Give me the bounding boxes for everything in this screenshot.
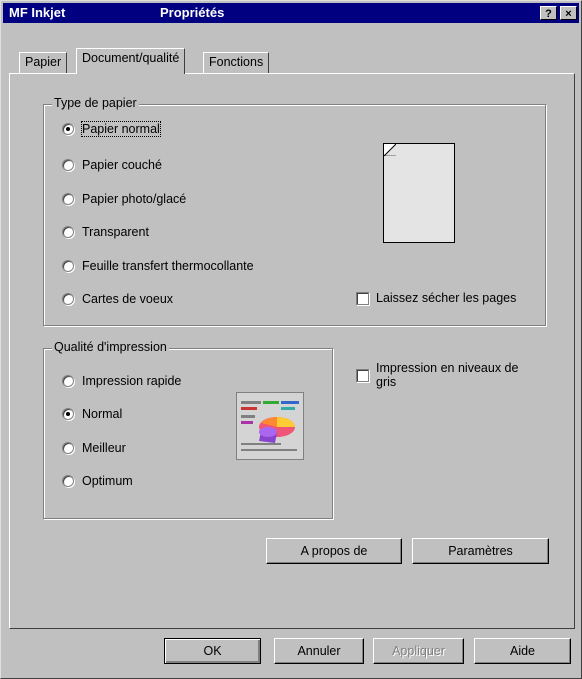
settings-button-label: Paramètres: [448, 544, 513, 558]
radio-label: Normal: [82, 407, 123, 421]
radio-label: Cartes de voeux: [82, 292, 174, 306]
help-icon[interactable]: ?: [540, 6, 557, 20]
grayscale-label-line2: gris: [376, 375, 397, 389]
radio-button[interactable]: [62, 193, 74, 205]
radio-button[interactable]: [62, 375, 74, 387]
radio-papier-photo[interactable]: Papier photo/glacé: [62, 192, 186, 206]
about-button[interactable]: A propos de: [266, 538, 402, 564]
checkbox-label: Impression en niveaux de gris: [376, 361, 518, 389]
radio-button[interactable]: [62, 260, 74, 272]
cancel-button-label: Annuler: [297, 644, 341, 658]
radio-normal[interactable]: Normal: [62, 407, 122, 421]
apply-button-label: Appliquer: [392, 644, 445, 658]
radio-button[interactable]: [62, 293, 74, 305]
radio-label: Transparent: [82, 225, 149, 239]
radio-button[interactable]: [62, 226, 74, 238]
radio-papier-couche[interactable]: Papier couché: [62, 158, 162, 172]
cancel-button[interactable]: Annuler: [274, 638, 364, 664]
close-icon[interactable]: ×: [560, 6, 577, 20]
radio-label: Feuille transfert thermocollante: [82, 259, 254, 273]
radio-label: Meilleur: [82, 441, 126, 455]
radio-meilleur[interactable]: Meilleur: [62, 441, 126, 455]
window-title: Propriétés: [160, 5, 225, 20]
radio-cartes-de-voeux[interactable]: Cartes de voeux: [62, 292, 173, 306]
tab-fonctions[interactable]: Fonctions: [203, 52, 270, 73]
radio-button[interactable]: [62, 408, 74, 420]
settings-button[interactable]: Paramètres: [412, 538, 549, 564]
about-button-label: A propos de: [300, 544, 368, 558]
radio-button[interactable]: [62, 442, 74, 454]
page-preview-icon: [383, 143, 455, 243]
paper-type-legend: Type de papier: [52, 96, 139, 110]
radio-optimum[interactable]: Optimum: [62, 474, 133, 488]
radio-button[interactable]: [62, 475, 74, 487]
title-bar[interactable]: MF Inkjet Propriétés ? ×: [3, 3, 579, 23]
grayscale-label-line1: Impression en niveaux de: [376, 361, 519, 375]
quality-chart-icon: [236, 392, 304, 460]
radio-feuille-transfert[interactable]: Feuille transfert thermocollante: [62, 259, 254, 273]
tab-document-qualite[interactable]: Document/qualité: [76, 48, 186, 74]
radio-label: Papier photo/glacé: [82, 192, 187, 206]
radio-transparent[interactable]: Transparent: [62, 225, 149, 239]
checkbox[interactable]: [356, 291, 369, 305]
radio-impression-rapide[interactable]: Impression rapide: [62, 374, 181, 388]
radio-label: Papier couché: [82, 158, 162, 172]
radio-papier-normal[interactable]: Papier normal: [62, 121, 161, 137]
print-quality-legend: Qualité d'impression: [52, 340, 169, 354]
radio-button[interactable]: [62, 159, 74, 171]
tab-papier[interactable]: Papier: [19, 52, 68, 73]
checkbox[interactable]: [356, 369, 369, 382]
radio-label: Impression rapide: [82, 374, 182, 388]
properties-dialog: MF Inkjet Propriétés ? × Papier Document…: [0, 0, 582, 679]
help-button[interactable]: Aide: [474, 638, 571, 664]
radio-button[interactable]: [62, 123, 74, 135]
ok-button-label: OK: [203, 644, 222, 658]
ok-button[interactable]: OK: [164, 638, 261, 664]
radio-label: Papier normal: [81, 121, 161, 137]
app-name: MF Inkjet: [9, 5, 66, 20]
checkbox-label: Laissez sécher les pages: [376, 291, 517, 305]
help-button-label: Aide: [509, 644, 536, 658]
grayscale-checkbox[interactable]: Impression en niveaux de gris: [356, 361, 518, 389]
apply-button[interactable]: Appliquer: [373, 638, 464, 664]
radio-label: Optimum: [82, 474, 133, 488]
page-fold-icon: [384, 144, 396, 156]
dry-pages-checkbox[interactable]: Laissez sécher les pages: [356, 291, 516, 305]
